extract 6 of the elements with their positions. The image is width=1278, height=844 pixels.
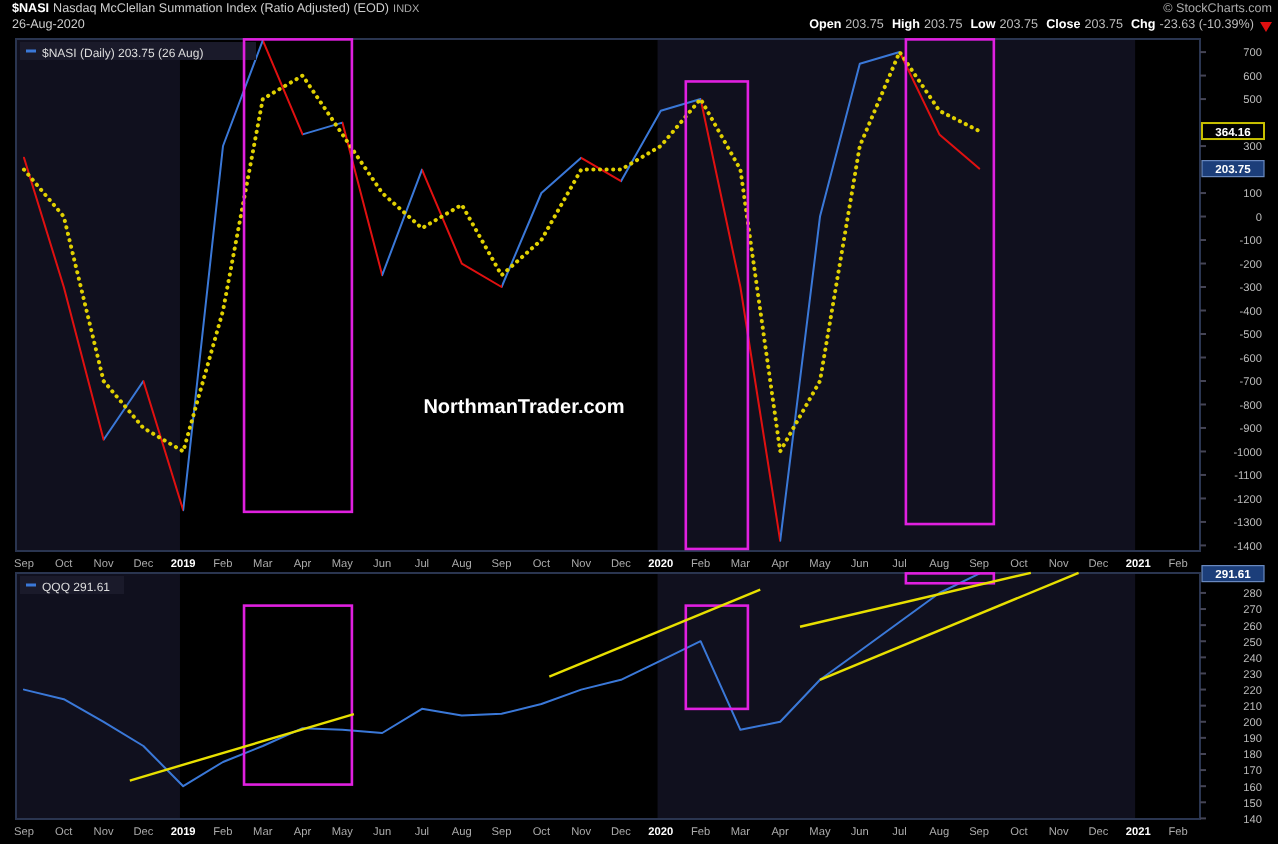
legend-line-icon <box>26 49 36 53</box>
legend-line-icon <box>26 583 36 587</box>
annotation-text: NorthmanTrader.com <box>423 397 625 420</box>
highlight-box <box>684 604 750 711</box>
highlight-box <box>904 572 996 585</box>
legend-background <box>20 576 124 594</box>
